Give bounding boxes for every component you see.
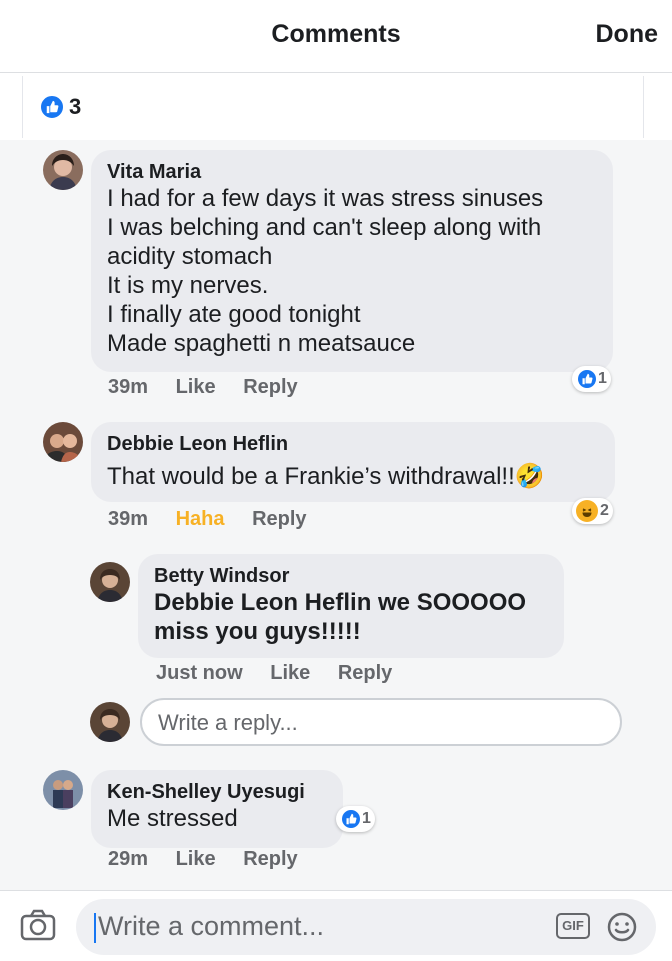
avatar[interactable] [90,562,130,602]
reply-input[interactable]: Write a reply... [140,698,622,746]
haha-icon [576,500,598,522]
like-icon [340,808,362,830]
reply-author[interactable]: Betty Windsor [154,564,548,588]
like-icon [576,368,598,390]
like-button[interactable]: Like [176,376,216,398]
comment-line: I was belching and can't sleep along wit… [107,214,542,241]
camera-icon[interactable] [20,909,56,946]
emoji-icon[interactable] [606,911,638,948]
reaction-count: 1 [598,370,607,387]
comment-line: It is my nerves. [107,272,269,299]
avatar [90,702,130,742]
comment-actions: 39m Like Reply [108,376,320,399]
comment-time[interactable]: 39m [108,376,148,398]
comment-line: acidity stomach [107,243,273,270]
reply-button[interactable]: Reply [243,376,297,398]
reaction-count: 2 [600,502,609,519]
likes-count: 3 [69,94,82,119]
done-button[interactable]: Done [596,20,659,49]
reply-button[interactable]: Reply [338,662,392,684]
comment-line: I had for a few days it was stress sinus… [107,185,544,212]
rofl-emoji: 🤣 [514,463,545,490]
comment-bubble: Debbie Leon Heflin That would be a Frank… [91,422,615,502]
reply-text: miss you guys!!!!! [154,618,361,645]
comment-text-row: That would be a Frankie’s withdrawal!!🤣 [107,462,599,491]
like-button[interactable]: Like [176,848,216,870]
comment-author[interactable]: Ken-Shelley Uyesugi [107,780,327,804]
avatar[interactable] [43,770,83,810]
like-icon [39,94,65,120]
comment-text: That would be a Frankie’s withdrawal!! [107,463,515,490]
reaction-summary[interactable]: 1 [336,806,375,832]
comment-line: I finally ate good tonight [107,301,361,328]
comment-time[interactable]: 39m [108,508,148,530]
comment-author[interactable]: Debbie Leon Heflin [107,432,599,456]
comment-actions: 39m Haha Reply [108,508,329,531]
comment-time[interactable]: 29m [108,848,148,870]
comments-list: Vita Maria I had for a few days it was s… [0,140,672,890]
comment-bubble: Ken-Shelley Uyesugi Me stressed [91,770,343,848]
comment-actions: 29m Like Reply [108,848,320,871]
text-caret [94,912,96,943]
reply-button[interactable]: Reply [243,848,297,870]
reply-text: Debbie Leon Heflin we SOOOOO [154,589,527,616]
likes-summary[interactable]: 3 [22,76,644,138]
avatar[interactable] [43,150,83,190]
reaction-summary[interactable]: 2 [572,498,613,524]
comment-text: Me stressed [107,805,238,832]
reply-actions: Just now Like Reply [156,662,414,685]
comment-author[interactable]: Vita Maria [107,160,597,184]
like-button[interactable]: Like [270,662,310,684]
header-bar: Comments Done [0,0,672,73]
reply-button[interactable]: Reply [252,508,306,530]
reply-time[interactable]: Just now [156,662,243,684]
reaction-summary[interactable]: 1 [572,366,611,392]
page-title: Comments [271,20,401,48]
gif-button[interactable]: GIF [556,913,590,939]
reply-bubble: Betty Windsor Debbie Leon Heflin we SOOO… [138,554,564,658]
haha-reaction-button[interactable]: Haha [176,508,225,530]
comment-bubble: Vita Maria I had for a few days it was s… [91,150,613,372]
comment-placeholder: Write a comment... [98,911,325,941]
reaction-count: 1 [362,810,371,827]
avatar[interactable] [43,422,83,462]
comment-composer: Write a comment... GIF [0,890,672,961]
comment-line: Made spaghetti n meatsauce [107,330,416,357]
